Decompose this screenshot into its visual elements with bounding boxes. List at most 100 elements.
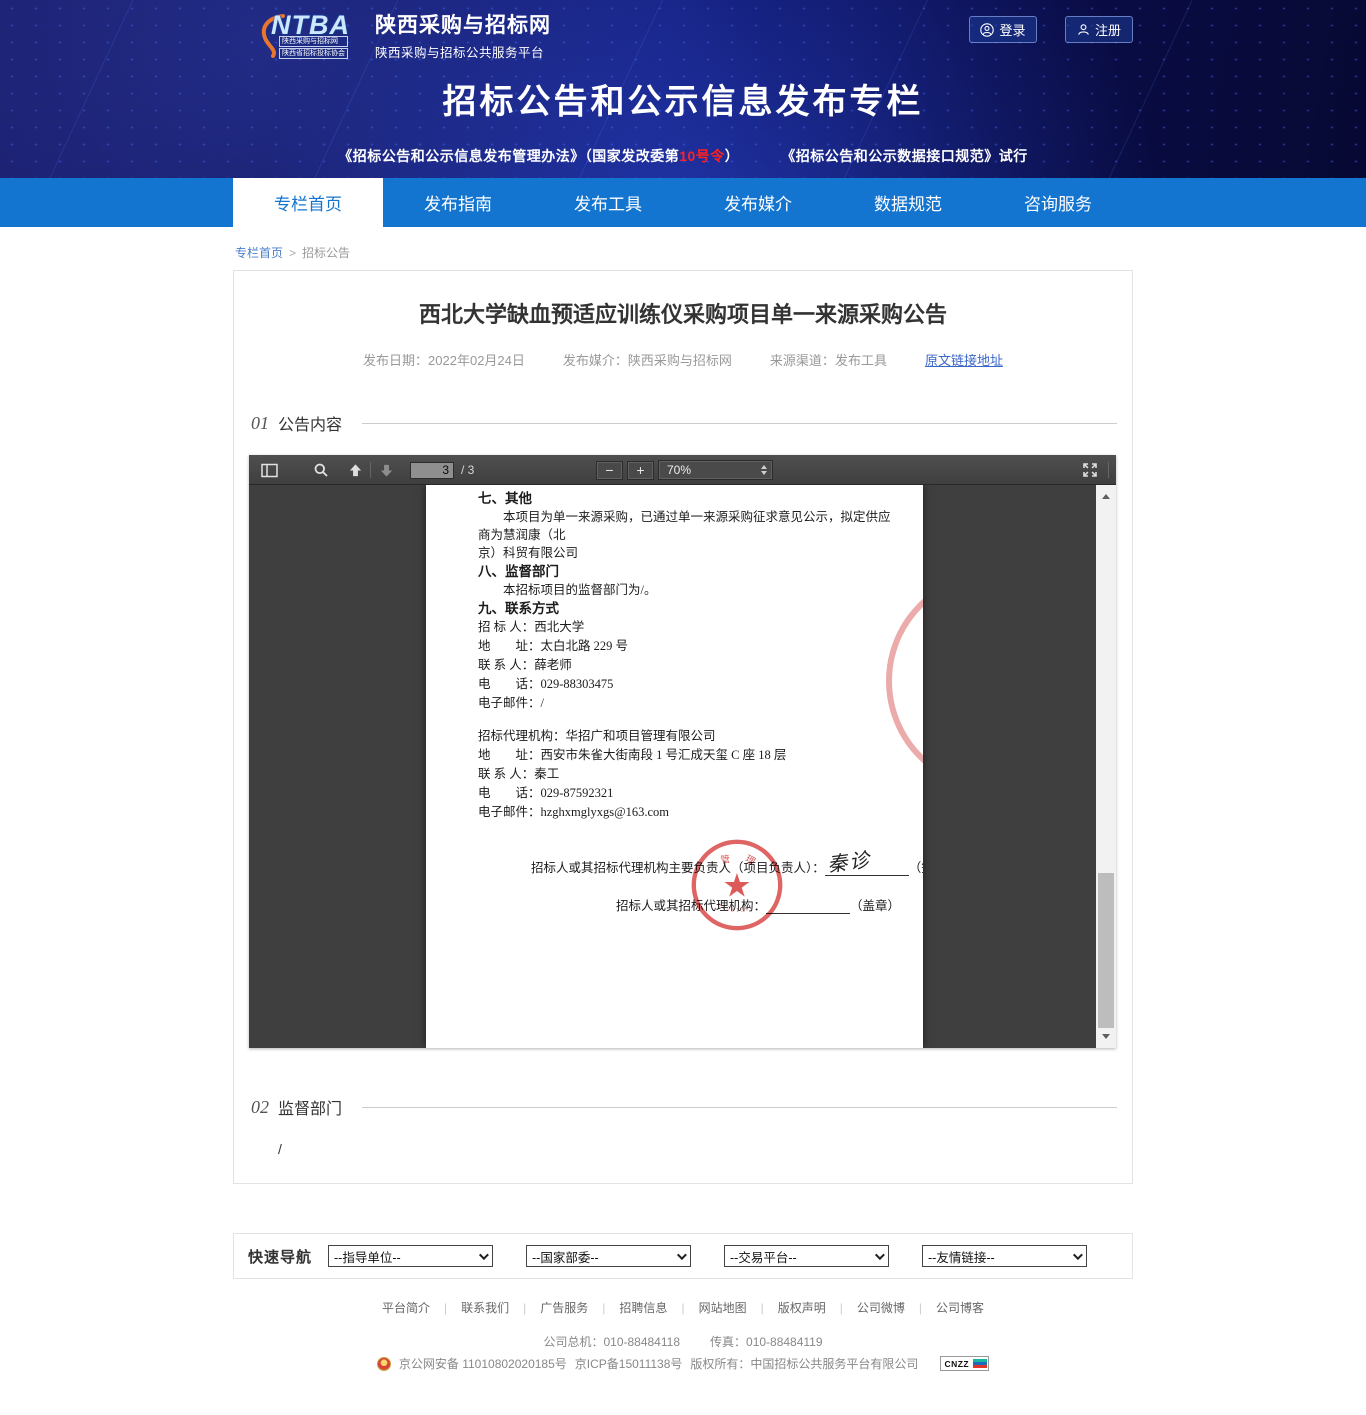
sidebar-toggle-icon[interactable] [257, 458, 281, 482]
doc-field-agency-address: 地 址：西安市朱雀大街南段 1 号汇成天玺 C 座 18 层 [478, 746, 895, 765]
copyright-holder: 中国招标公共服务平台有限公司 [750, 1357, 918, 1371]
banner-note: 《招标公告和公示信息发布管理办法》（国家发改委第10号令）《招标公告和公示数据接… [233, 146, 1133, 166]
section-title: 监督部门 [278, 1095, 342, 1119]
pdf-scrollbar[interactable] [1096, 485, 1116, 1048]
footer-contacts: 公司总机：010-88484118传真：010-88484119 [0, 1333, 1366, 1350]
select-guidance-units[interactable]: --指导单位-- [328, 1245, 493, 1267]
banner-note-red: 10号令 [679, 148, 725, 164]
footer-link-sitemap[interactable]: 网站地图 [667, 1299, 746, 1316]
doc-heading-8: 八、监督部门 [478, 563, 895, 581]
doc-field-address: 地 址：太白北路 229 号 [478, 637, 895, 656]
article-panel: 西北大学缺血预适应训练仪采购项目单一来源采购公告 发布日期：2022年02月24… [233, 270, 1133, 1184]
fullscreen-icon[interactable] [1078, 458, 1102, 482]
doc-field-agency-email: 电子邮件：hzghxmglyxgs@163.com [478, 803, 895, 822]
footer-link-contact[interactable]: 联系我们 [430, 1299, 509, 1316]
site-subtitle: 陕西采购与招标公共服务平台 [375, 42, 551, 61]
page-total: / 3 [461, 463, 474, 477]
scrollbar-thumb[interactable] [1098, 873, 1114, 1028]
doc-field-contact: 联 系 人：薛老师 [478, 656, 895, 675]
footer-link-ads[interactable]: 广告服务 [509, 1299, 588, 1316]
cnzz-badge[interactable]: CNZZ [940, 1356, 989, 1371]
section-number: 02 [251, 1097, 269, 1118]
section-divider [362, 1107, 1117, 1108]
article-meta: 发布日期：2022年02月24日 发布媒介：陕西采购与招标网 来源渠道：发布工具… [234, 350, 1132, 369]
scroll-down-arrow-icon[interactable] [1102, 1034, 1110, 1039]
page-up-icon[interactable] [343, 458, 367, 482]
doc-heading-7: 七、其他 [478, 490, 895, 508]
tab-data-spec[interactable]: 数据规范 [833, 178, 983, 227]
page-number-input[interactable] [410, 462, 454, 479]
doc-paragraph: 京）科贸有限公司 [478, 544, 895, 562]
zoom-level: 70% [667, 463, 691, 477]
section-1-header: 01 公告内容 [251, 411, 1117, 435]
section-2-header: 02 监督部门 [251, 1095, 1117, 1119]
breadcrumb-separator: > [289, 246, 296, 260]
footer-links: 平台简介 联系我们 广告服务 招聘信息 网站地图 版权声明 公司微博 公司博客 [0, 1299, 1366, 1316]
tab-column-home[interactable]: 专栏首页 [233, 178, 383, 227]
handwritten-signature: 秦诊 [825, 843, 872, 877]
section-title: 公告内容 [278, 411, 342, 435]
select-friend-links[interactable]: --友情链接-- [922, 1245, 1087, 1267]
breadcrumb-home-link[interactable]: 专栏首页 [235, 246, 283, 260]
chevron-down-icon [479, 1250, 489, 1260]
section-divider [362, 423, 1117, 424]
user-icon [980, 23, 994, 37]
origin-link[interactable]: 原文链接地址 [925, 350, 1003, 369]
pdf-toolbar: / 3 − + 70% [249, 455, 1116, 485]
breadcrumb: 专栏首页 > 招标公告 [233, 227, 1133, 270]
user-add-icon [1077, 23, 1090, 36]
doc-field-phone: 电 话：029-88303475 [478, 675, 895, 694]
select-state-ministries[interactable]: --国家部委-- [526, 1245, 691, 1267]
chevron-down-icon [875, 1250, 885, 1260]
login-button[interactable]: 登录 [969, 16, 1037, 43]
main-nav: 专栏首页 发布指南 发布工具 发布媒介 数据规范 咨询服务 [0, 178, 1366, 227]
police-record-number: 京公网安备 11010802020185号 [399, 1355, 567, 1372]
select-trading-platforms[interactable]: --交易平台-- [724, 1245, 889, 1267]
quick-nav-panel: 快速导航 --指导单位-- --国家部委-- --交易平台-- --友情链接-- [233, 1233, 1133, 1279]
footer-link-blog[interactable]: 公司博客 [905, 1299, 984, 1316]
site-logo[interactable]: NTBA 陕西采购与招标网 陕西省招标投标协会 陕西采购与招标网 陕西采购与招标… [253, 9, 551, 61]
publish-media: 陕西采购与招标网 [628, 353, 732, 368]
search-icon[interactable] [309, 458, 333, 482]
company-fax: 010-88484119 [746, 1335, 823, 1349]
cnzz-stripes-icon [972, 1357, 988, 1370]
footer-link-copyright[interactable]: 版权声明 [747, 1299, 826, 1316]
signature-blank: 秦诊 [825, 863, 909, 876]
chevron-down-icon [677, 1250, 687, 1260]
doc-paragraph: 本项目为单一来源采购，已通过单一来源采购征求意见公示，拟定供应商为慧润康（北 [478, 508, 895, 544]
logo-mark: NTBA 陕西采购与招标网 陕西省招标投标协会 [253, 12, 365, 58]
doc-field-agency-contact: 联 系 人：秦工 [478, 765, 895, 784]
tab-publish-guide[interactable]: 发布指南 [383, 178, 533, 227]
footer-legal: 京公网安备 11010802020185号 京ICP备15011138号 版权所… [0, 1355, 1366, 1372]
pdf-document-page: 七、其他 本项目为单一来源采购，已通过单一来源采购征求意见公示，拟定供应商为慧润… [426, 485, 923, 1048]
supervision-dept-value: / [278, 1141, 1132, 1157]
register-button[interactable]: 注册 [1065, 16, 1133, 43]
zoom-level-select[interactable]: 70% [658, 460, 773, 480]
doc-field-agency: 招标代理机构：华招广和项目管理有限公司 [478, 727, 895, 746]
spinner-arrows-icon [761, 465, 767, 475]
tab-publish-media[interactable]: 发布媒介 [683, 178, 833, 227]
zoom-out-button[interactable]: − [596, 461, 623, 480]
icp-record-number: 京ICP备15011138号 [575, 1355, 683, 1372]
source-channel: 发布工具 [835, 353, 887, 368]
page-title: 西北大学缺血预适应训练仪采购项目单一来源采购公告 [234, 297, 1132, 329]
tab-consult-service[interactable]: 咨询服务 [983, 178, 1133, 227]
doc-field-bidder: 招 标 人：西北大学 [478, 618, 895, 637]
zoom-in-button[interactable]: + [627, 461, 654, 480]
scroll-up-arrow-icon[interactable] [1102, 494, 1110, 499]
pdf-canvas-area[interactable]: 七、其他 本项目为单一来源采购，已通过单一来源采购征求意见公示，拟定供应商为慧润… [249, 485, 1116, 1048]
page-down-icon[interactable] [374, 458, 398, 482]
doc-heading-9: 九、联系方式 [478, 600, 895, 618]
pdf-viewer: / 3 − + 70% [249, 455, 1116, 1048]
breadcrumb-current: 招标公告 [302, 246, 350, 260]
tab-publish-tool[interactable]: 发布工具 [533, 178, 683, 227]
doc-field-agency-phone: 电 话：029-87592321 [478, 784, 895, 803]
logo-badge-2: 陕西省招标投标协会 [279, 48, 348, 59]
banner-title: 招标公告和公示信息发布专栏 [233, 74, 1133, 123]
footer-link-about[interactable]: 平台简介 [382, 1299, 430, 1316]
company-phone: 010-88484118 [603, 1335, 680, 1349]
footer-link-jobs[interactable]: 招聘信息 [588, 1299, 667, 1316]
footer-link-weibo[interactable]: 公司微博 [826, 1299, 905, 1316]
doc-field-email: 电子邮件：/ [478, 694, 895, 713]
chevron-down-icon [1073, 1250, 1083, 1260]
